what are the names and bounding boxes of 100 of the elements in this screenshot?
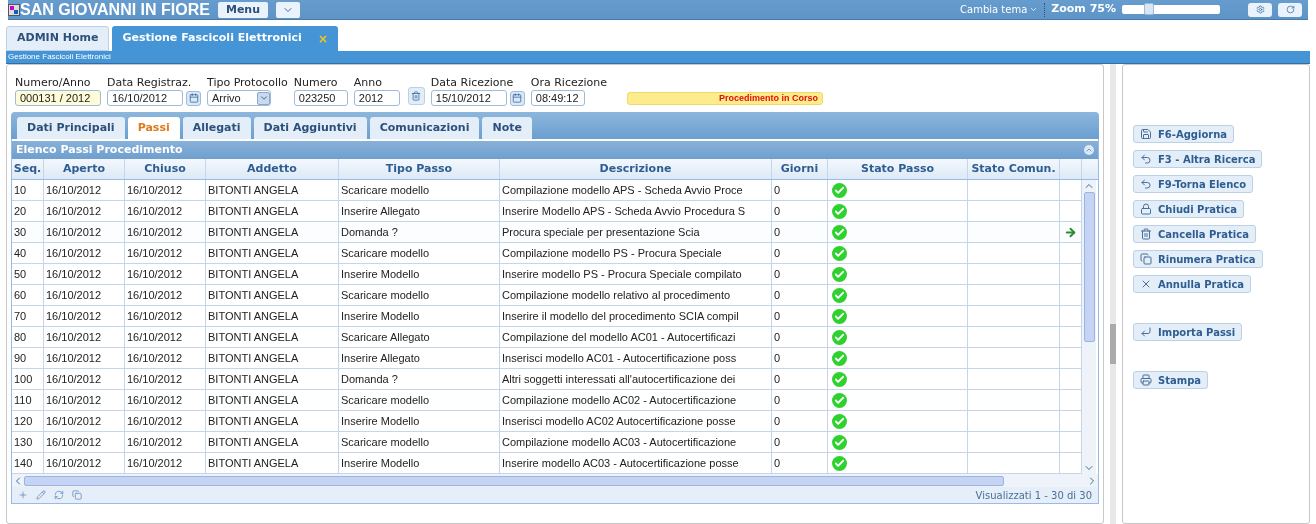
copy-icon[interactable] [72, 490, 82, 500]
text-field[interactable]: 08:49:12 [530, 90, 585, 106]
calendar-button[interactable] [186, 90, 201, 106]
table-cell-text: BITONTI ANGELA [208, 392, 299, 408]
refresh-icon[interactable] [54, 490, 64, 500]
horizontal-scrollbar[interactable] [12, 474, 1098, 487]
action-button[interactable]: Annulla Pratica [1133, 275, 1252, 293]
table-cell-text: BITONTI ANGELA [208, 287, 299, 303]
column-header[interactable]: Descrizione [500, 159, 772, 179]
table-cell-text: 80 [14, 329, 27, 345]
table-cell-text: BITONTI ANGELA [208, 350, 299, 366]
detail-tab[interactable]: Passi [127, 117, 180, 139]
zoom-label: Zoom 75% [1051, 1, 1116, 18]
table-cell-text: 16/10/2012 [127, 434, 183, 450]
protocol-type-select[interactable]: Arrivo [207, 90, 271, 106]
table-cell-text: 16/10/2012 [127, 455, 183, 471]
action-button[interactable]: Cancella Pratica [1133, 225, 1256, 243]
settings-button[interactable] [1248, 2, 1272, 17]
return-arrow-icon [1140, 326, 1152, 338]
zoom-slider[interactable] [1122, 5, 1220, 14]
table-cell-text: 16/10/2012 [46, 182, 102, 198]
calendar-icon [188, 93, 199, 103]
column-header[interactable]: Tipo Passo [339, 159, 500, 179]
action-button[interactable]: Stampa [1133, 371, 1209, 389]
column-header[interactable]: Giorni [772, 159, 828, 179]
slider-thumb[interactable] [1144, 3, 1155, 15]
date-field[interactable]: 15/10/2012 [430, 90, 507, 106]
pager-info: Visualizzati 1 - 30 di 30 [975, 488, 1092, 503]
field-label: Anno [353, 77, 383, 89]
chevron-up-icon [1085, 146, 1093, 154]
column-header[interactable]: Chiuso [125, 159, 206, 179]
action-button[interactable]: F9-Torna Elenco [1133, 175, 1254, 193]
action-button[interactable]: Importa Passi [1133, 323, 1243, 341]
text-field[interactable]: 023250 [293, 90, 348, 106]
detail-tab[interactable]: Allegati [182, 117, 251, 139]
main-tab[interactable]: Gestione Fascicoli Elettronici × [112, 26, 338, 51]
table-cell-text: 130 [14, 434, 33, 450]
number-year-field[interactable]: 000131 / 2012 [15, 90, 101, 106]
table-cell-text: 16/10/2012 [46, 266, 102, 282]
caret-icon [1029, 5, 1039, 14]
breadcrumb: Gestione Fascicoli Elettronici [8, 52, 111, 62]
detail-tab[interactable]: Dati Principali [17, 117, 125, 139]
table-cell-text: Inserisci modello AC01 - Autocertificazione poss [502, 350, 737, 366]
undo-icon [1140, 153, 1152, 165]
table-cell-text: 0 [774, 224, 781, 240]
detail-tab[interactable]: Note [482, 117, 532, 139]
table-cell-text: Scaricare modello [341, 434, 430, 450]
delete-button[interactable] [407, 87, 425, 105]
dropdown-button[interactable] [276, 1, 300, 18]
table-cell-text: Inserire Allegato [341, 203, 420, 219]
table-cell-text: 16/10/2012 [46, 308, 102, 324]
field-label: Data Ricezione [430, 77, 515, 89]
table-cell-text: 16/10/2012 [46, 329, 102, 345]
detail-tab[interactable]: Comunicazioni [369, 117, 480, 139]
table-cell-text: 16/10/2012 [127, 245, 183, 261]
table-cell-text: BITONTI ANGELA [208, 203, 299, 219]
table-cell-text: 70 [14, 308, 27, 324]
pencil-icon[interactable] [36, 490, 46, 500]
table-cell-text: 140 [14, 455, 33, 471]
dropdown-caret-icon [258, 93, 269, 103]
column-header[interactable]: Stato Passo [828, 159, 968, 179]
column-header[interactable]: Aperto [44, 159, 125, 179]
column-header[interactable]: Addetto [206, 159, 339, 179]
action-button[interactable]: F6-Aggiorna [1133, 125, 1235, 143]
add-icon[interactable] [18, 490, 28, 500]
table-cell-text: 110 [14, 392, 32, 408]
date-field[interactable]: 16/10/2012 [107, 90, 183, 106]
table-cell-text: 16/10/2012 [127, 224, 183, 240]
table-cell-text: 16/10/2012 [127, 266, 183, 282]
printer-icon [1140, 374, 1152, 386]
table-cell-text: 0 [774, 329, 781, 345]
table-cell-text: 16/10/2012 [46, 203, 102, 219]
field-label: Numero [293, 77, 339, 89]
detail-tab[interactable]: Dati Aggiuntivi [253, 117, 367, 139]
table-cell-text: 0 [774, 203, 781, 219]
main-tab[interactable]: ADMIN Home [6, 26, 110, 51]
table-cell-text: 16/10/2012 [46, 392, 102, 408]
text-field[interactable]: 2012 [353, 90, 400, 106]
action-button[interactable]: F3 - Altra Ricerca [1133, 150, 1263, 168]
table-cell-text: 0 [774, 182, 781, 198]
table-cell-text: 16/10/2012 [46, 434, 102, 450]
table-cell-text: 16/10/2012 [46, 245, 102, 261]
collapse-button[interactable] [1084, 145, 1094, 155]
table-cell-text: Compilazione del modello AC01 - Autocertificazi [502, 329, 736, 345]
theme-menu[interactable]: Cambia tema [960, 2, 1039, 17]
app-title: SAN GIOVANNI IN FIORE [20, 1, 210, 18]
table-cell-text: 0 [774, 434, 781, 450]
undo-icon [1140, 178, 1152, 190]
column-header[interactable]: Stato Comun. [968, 159, 1060, 179]
table-cell-text: 16/10/2012 [127, 308, 183, 324]
menu-button[interactable]: Menu [217, 1, 268, 18]
vertical-scrollbar[interactable] [1082, 180, 1096, 474]
column-header[interactable]: Seq. [12, 159, 44, 179]
table-cell-text: Inserire Modello APS - Scheda Avvio Procedura S [502, 203, 746, 219]
action-button[interactable]: Chiudi Pratica [1133, 200, 1244, 218]
table-cell-text: Compilazione modello relativo al procedimento [502, 287, 731, 303]
action-button[interactable]: Rinumera Pratica [1133, 250, 1263, 268]
table-cell-text: 100 [14, 371, 33, 387]
calendar-button[interactable] [509, 90, 525, 106]
table-cell-text: 16/10/2012 [127, 350, 183, 366]
